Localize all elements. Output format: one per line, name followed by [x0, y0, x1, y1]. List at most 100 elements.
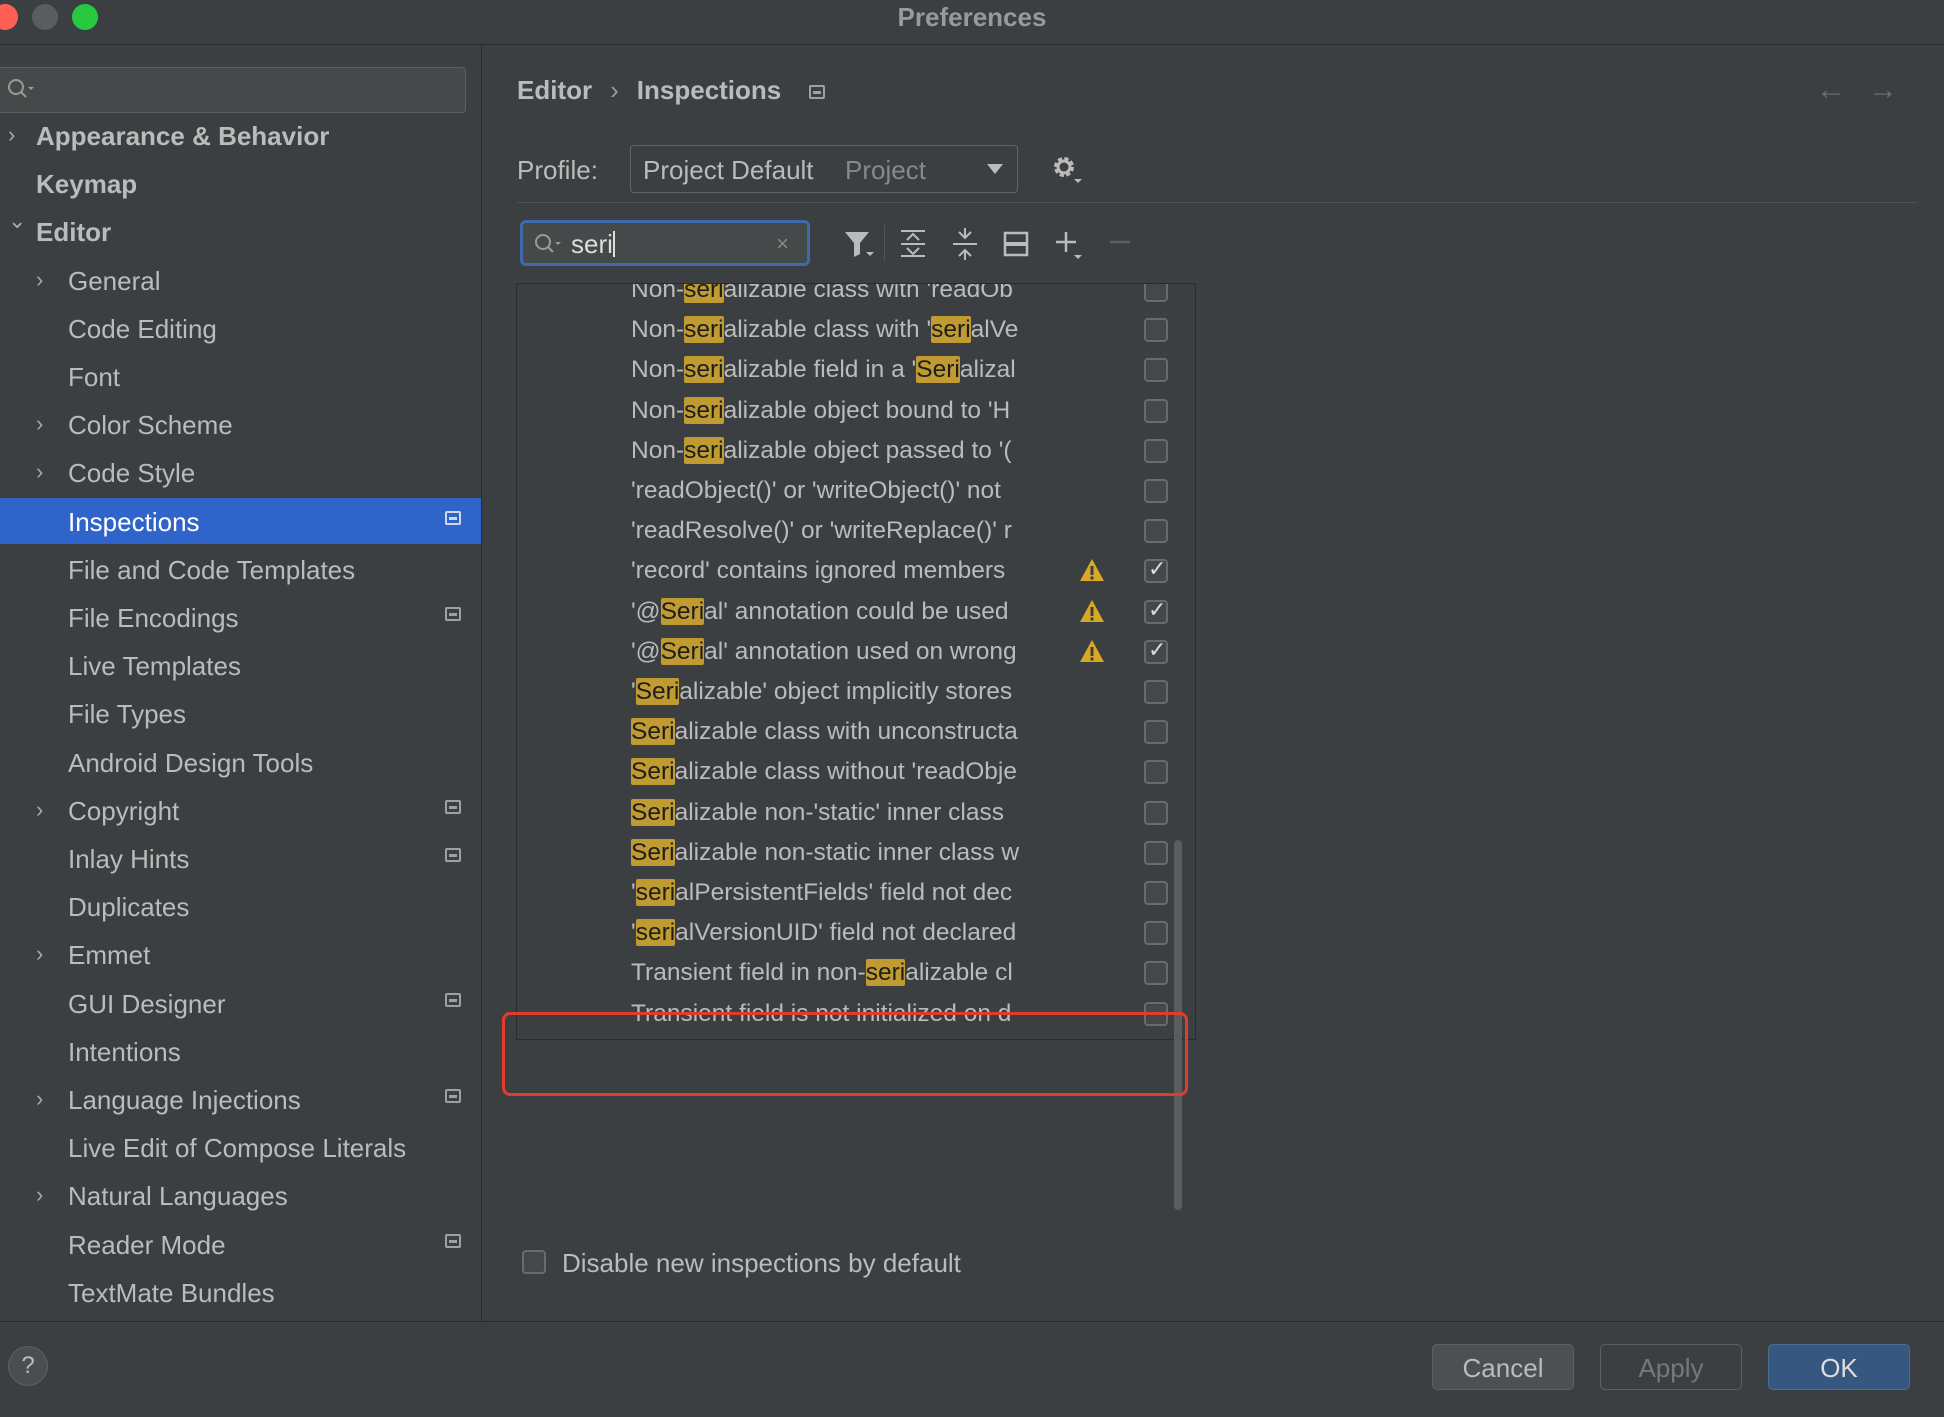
inspection-checkbox[interactable]	[1144, 559, 1168, 583]
inspection-label: Non-serializable class with 'serialVe	[631, 316, 1075, 344]
sidebar-item[interactable]: File and Code Templates	[0, 546, 481, 592]
inspection-filter-input[interactable]: seri ×	[520, 220, 810, 266]
chevron-right-icon[interactable]: ›	[36, 267, 54, 291]
ok-button[interactable]: OK	[1768, 1344, 1910, 1390]
sidebar-item[interactable]: File Types	[0, 690, 481, 736]
collapse-all-icon[interactable]	[950, 228, 980, 260]
inspection-row[interactable]: Non-serializable field in a 'Serializal	[517, 350, 1195, 390]
remove-icon[interactable]	[1106, 228, 1136, 260]
cancel-button[interactable]: Cancel	[1432, 1344, 1574, 1390]
sidebar-item[interactable]: Reader Mode	[0, 1221, 481, 1267]
inspection-row[interactable]: Transient field in non-serializable cl	[517, 953, 1195, 993]
inspection-row[interactable]: Non-serializable class with 'readOb	[517, 283, 1195, 310]
sidebar-item[interactable]: ›Color Scheme	[0, 401, 481, 447]
inspection-checkbox[interactable]	[1144, 358, 1168, 382]
inspection-row[interactable]: 'readObject()' or 'writeObject()' not	[517, 471, 1195, 511]
inspection-checkbox[interactable]	[1144, 399, 1168, 423]
inspection-row[interactable]: Serializable non-'static' inner class	[517, 793, 1195, 833]
sidebar-item-label: Copyright	[68, 796, 179, 827]
chevron-right-icon[interactable]: ›	[36, 1182, 54, 1206]
inspection-row[interactable]: Non-serializable class with 'serialVe	[517, 310, 1195, 350]
inspection-row[interactable]: Non-serializable object bound to 'H	[517, 391, 1195, 431]
inspection-checkbox[interactable]	[1144, 439, 1168, 463]
inspection-checkbox[interactable]	[1144, 881, 1168, 905]
disable-new-inspections-checkbox[interactable]	[522, 1250, 546, 1274]
inspection-checkbox[interactable]	[1144, 283, 1168, 302]
sidebar-item[interactable]: Live Edit of Compose Literals	[0, 1124, 481, 1170]
chevron-right-icon[interactable]: ›	[36, 411, 54, 435]
inspection-checkbox[interactable]	[1144, 760, 1168, 784]
inspection-checkbox[interactable]	[1144, 921, 1168, 945]
sidebar-item[interactable]: Duplicates	[0, 883, 481, 929]
sidebar-item[interactable]: ›Natural Languages	[0, 1172, 481, 1218]
sidebar-item[interactable]: ›Appearance & Behavior	[0, 112, 481, 158]
inspection-checkbox[interactable]	[1144, 841, 1168, 865]
inspection-checkbox[interactable]	[1144, 801, 1168, 825]
sidebar-item[interactable]: TextMate Bundles	[0, 1269, 481, 1315]
sidebar-item[interactable]: Font	[0, 353, 481, 399]
sidebar-item[interactable]: Keymap	[0, 160, 481, 206]
inspection-text: alizable class with 'readOb	[724, 283, 1013, 303]
project-settings-icon	[809, 85, 825, 99]
apply-button[interactable]: Apply	[1600, 1344, 1742, 1390]
sidebar-item-label: Code Style	[68, 458, 195, 489]
chevron-right-icon[interactable]: ›	[8, 122, 26, 146]
sidebar-item[interactable]: Code Editing	[0, 305, 481, 351]
reset-to-default-icon[interactable]	[1002, 228, 1032, 260]
sidebar-item[interactable]: › Copyright	[0, 787, 481, 833]
inspection-text: '@	[631, 638, 661, 665]
help-button[interactable]: ?	[8, 1346, 48, 1386]
sidebar-item[interactable]: GUI Designer	[0, 980, 481, 1026]
sidebar-item[interactable]: ›General	[0, 257, 481, 303]
inspection-text: alPersistentFields' field not dec	[675, 879, 1012, 906]
profile-label: Profile:	[517, 155, 598, 186]
sidebar-item[interactable]: Live Templates	[0, 642, 481, 688]
inspection-row[interactable]: 'serialVersionUID' field not declared	[517, 913, 1195, 953]
profile-dropdown[interactable]: Project Default Project	[630, 145, 1018, 193]
inspection-text: al' annotation could be used	[704, 598, 1008, 625]
filter-icon[interactable]	[842, 228, 876, 260]
inspection-checkbox[interactable]	[1144, 318, 1168, 342]
chevron-right-icon[interactable]: ›	[36, 459, 54, 483]
inspection-checkbox[interactable]	[1144, 640, 1168, 664]
gear-icon[interactable]	[1050, 153, 1084, 187]
inspection-row[interactable]: Serializable class without 'readObje	[517, 752, 1195, 792]
inspection-checkbox[interactable]	[1144, 680, 1168, 704]
chevron-right-icon[interactable]: ›	[36, 1086, 54, 1110]
add-icon[interactable]	[1052, 228, 1086, 262]
inspection-row[interactable]: '@Serial' annotation could be used	[517, 592, 1195, 632]
sidebar-item[interactable]: ›Emmet	[0, 931, 481, 977]
inspection-row[interactable]: Serializable non-static inner class w	[517, 833, 1195, 873]
clear-search-icon[interactable]: ×	[776, 231, 789, 257]
chevron-right-icon[interactable]: ›	[36, 797, 54, 821]
sidebar-item[interactable]: › Code Style	[0, 449, 481, 495]
sidebar-item[interactable]: Intentions	[0, 1028, 481, 1074]
breadcrumb-editor[interactable]: Editor	[517, 75, 592, 106]
forward-arrow-icon[interactable]: →	[1868, 73, 1920, 106]
expand-all-icon[interactable]	[898, 228, 928, 260]
sidebar-item[interactable]: Inspections	[0, 498, 481, 544]
inspection-checkbox[interactable]	[1144, 519, 1168, 543]
inspection-row[interactable]: Serializable class with unconstructa	[517, 712, 1195, 752]
settings-search-input[interactable]	[0, 67, 466, 113]
inspection-checkbox[interactable]	[1144, 961, 1168, 985]
inspection-checkbox[interactable]	[1144, 720, 1168, 744]
inspection-row[interactable]: '@Serial' annotation used on wrong	[517, 632, 1195, 672]
inspection-row[interactable]: 'readResolve()' or 'writeReplace()' r	[517, 511, 1195, 551]
sidebar-item[interactable]: Android Design Tools	[0, 739, 481, 785]
sidebar-item[interactable]: File Encodings	[0, 594, 481, 640]
sidebar-item[interactable]: ›Language Injections	[0, 1076, 481, 1122]
inspection-row[interactable]: Non-serializable object passed to '(	[517, 431, 1195, 471]
sidebar-item[interactable]: Inlay Hints	[0, 835, 481, 881]
sidebar-item[interactable]: ⌄Editor	[0, 208, 481, 254]
inspection-checkbox[interactable]	[1144, 479, 1168, 503]
chevron-right-icon[interactable]: ›	[36, 941, 54, 965]
inspection-row[interactable]: 'record' contains ignored members	[517, 551, 1195, 591]
back-arrow-icon[interactable]: ←	[1816, 73, 1868, 106]
inspection-text: alizable object bound to 'H	[724, 397, 1011, 424]
inspection-row[interactable]: 'serialPersistentFields' field not dec	[517, 873, 1195, 913]
inspection-row[interactable]: 'Serializable' object implicitly stores	[517, 672, 1195, 712]
chevron-down-icon[interactable]: ⌄	[8, 208, 26, 232]
inspections-tree: Non-serializable class with 'readOb Non-s…	[516, 283, 1196, 1040]
inspection-checkbox[interactable]	[1144, 600, 1168, 624]
